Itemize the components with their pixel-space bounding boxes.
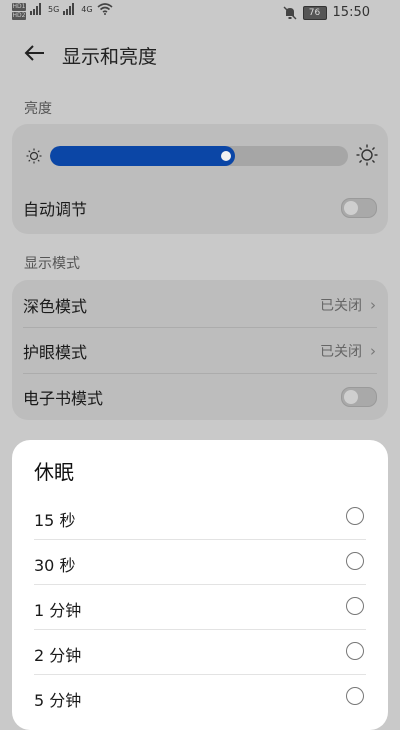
sim-indicators: HD1 HD2 (12, 3, 26, 20)
sleep-option-15s[interactable]: 15 秒 (12, 495, 388, 540)
chevron-right-icon: › (370, 342, 376, 360)
wifi-icon (97, 3, 113, 15)
back-arrow-icon[interactable] (22, 40, 48, 66)
ebook-mode-row[interactable]: 电子书模式 (12, 374, 388, 420)
network-type-1: 5G (48, 4, 60, 14)
status-left: HD1 HD2 5G 4G (12, 3, 113, 20)
ebook-mode-toggle[interactable] (341, 387, 377, 407)
sheet-title: 休眠 (34, 460, 74, 484)
radio-button[interactable] (346, 552, 364, 570)
eye-comfort-value: 已关闭 (320, 344, 362, 360)
brightness-slider-row (12, 124, 388, 188)
sleep-bottom-sheet: 休眠 15 秒 30 秒 1 分钟 2 分钟 5 分钟 (12, 440, 388, 730)
mute-bell-icon (283, 6, 297, 19)
signal-icon-2 (63, 3, 75, 15)
dark-mode-value: 已关闭 (320, 298, 362, 314)
sleep-option-2min[interactable]: 2 分钟 (12, 630, 388, 675)
status-right: 76 15:50 (283, 5, 370, 20)
page-title: 显示和亮度 (62, 46, 158, 68)
option-label: 2 分钟 (34, 646, 82, 665)
sleep-option-5min[interactable]: 5 分钟 (12, 675, 388, 720)
sim2-badge: HD2 (12, 12, 26, 20)
display-mode-section-label: 显示模式 (24, 256, 80, 272)
brightness-slider[interactable] (50, 146, 348, 166)
option-label: 1 分钟 (34, 601, 82, 620)
radio-button[interactable] (346, 687, 364, 705)
radio-button[interactable] (346, 597, 364, 615)
status-bar: HD1 HD2 5G 4G 76 15:50 (0, 0, 400, 28)
sim1-badge: HD1 (12, 3, 26, 11)
chevron-right-icon: › (370, 296, 376, 314)
signal-icon (30, 3, 41, 15)
battery-indicator: 76 (302, 5, 327, 20)
option-label: 5 分钟 (34, 691, 82, 710)
radio-button[interactable] (346, 507, 364, 525)
option-label: 15 秒 (34, 511, 76, 530)
brightness-card: 自动调节 (12, 124, 388, 234)
brightness-slider-thumb[interactable] (221, 151, 231, 161)
auto-brightness-row[interactable]: 自动调节 (12, 185, 388, 231)
app-bar: 显示和亮度 (0, 30, 400, 76)
dark-mode-label: 深色模式 (23, 297, 88, 316)
network-type-2: 4G (81, 4, 93, 14)
eye-comfort-row[interactable]: 护眼模式 已关闭 › (12, 328, 388, 374)
brightness-slider-fill (50, 146, 235, 166)
ebook-mode-label: 电子书模式 (23, 389, 104, 408)
option-label: 30 秒 (34, 556, 76, 575)
auto-brightness-toggle[interactable] (341, 198, 377, 218)
radio-button[interactable] (346, 642, 364, 660)
sleep-option-30s[interactable]: 30 秒 (12, 540, 388, 585)
display-mode-card: 深色模式 已关闭 › 护眼模式 已关闭 › 电子书模式 (12, 280, 388, 420)
brightness-section-label: 亮度 (24, 101, 52, 117)
auto-brightness-label: 自动调节 (23, 200, 88, 219)
sun-small-icon (26, 148, 42, 164)
dark-mode-row[interactable]: 深色模式 已关闭 › (12, 282, 388, 328)
eye-comfort-label: 护眼模式 (23, 343, 88, 362)
sleep-option-1min[interactable]: 1 分钟 (12, 585, 388, 630)
sun-large-icon (356, 144, 378, 166)
clock: 15:50 (332, 5, 370, 20)
